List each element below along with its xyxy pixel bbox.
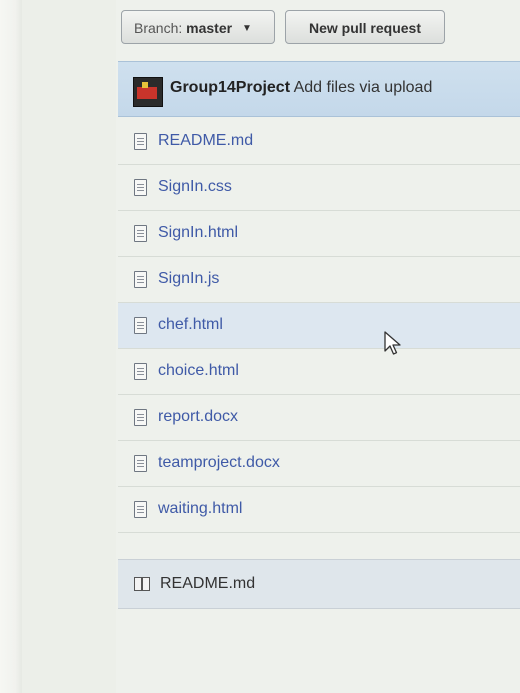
file-icon bbox=[134, 133, 147, 150]
file-icon bbox=[134, 317, 147, 334]
file-icon bbox=[134, 179, 147, 196]
commit-summary: Group14Project Add files via upload bbox=[170, 79, 432, 97]
avatar[interactable] bbox=[133, 77, 163, 107]
file-row[interactable]: choice.html bbox=[118, 349, 520, 395]
file-row[interactable]: teamproject.docx bbox=[118, 441, 520, 487]
commit-message[interactable]: Add files via upload bbox=[294, 79, 433, 96]
file-icon bbox=[134, 225, 147, 242]
file-row[interactable]: SignIn.js bbox=[118, 257, 520, 303]
branch-label: Branch: bbox=[134, 20, 183, 36]
file-icon bbox=[134, 363, 147, 380]
file-icon bbox=[134, 271, 147, 288]
file-link[interactable]: SignIn.js bbox=[158, 270, 219, 288]
file-row[interactable]: SignIn.css bbox=[118, 165, 520, 211]
readme-title: README.md bbox=[160, 575, 256, 592]
branch-value: master bbox=[186, 20, 233, 36]
file-link[interactable]: README.md bbox=[158, 132, 253, 150]
screen-bezel bbox=[0, 0, 22, 693]
file-icon bbox=[134, 409, 147, 426]
branch-select-button[interactable]: Branch: master ▼ bbox=[121, 10, 275, 44]
file-link[interactable]: waiting.html bbox=[158, 500, 242, 518]
mouse-pointer-icon bbox=[384, 331, 401, 355]
file-row[interactable]: SignIn.html bbox=[118, 211, 520, 257]
file-link[interactable]: chef.html bbox=[158, 316, 223, 334]
file-row[interactable]: waiting.html bbox=[118, 487, 520, 533]
book-icon bbox=[134, 577, 150, 591]
caret-down-icon: ▼ bbox=[241, 23, 252, 35]
new-pull-request-button[interactable]: New pull request bbox=[285, 10, 445, 44]
file-icon bbox=[134, 455, 147, 472]
file-icon bbox=[134, 501, 147, 518]
file-row[interactable]: report.docx bbox=[118, 395, 520, 441]
readme-header: README.md bbox=[118, 559, 520, 609]
latest-commit-bar: Group14Project Add files via upload bbox=[118, 61, 520, 117]
commit-author[interactable]: Group14Project bbox=[170, 79, 290, 96]
file-link[interactable]: choice.html bbox=[158, 362, 239, 380]
file-link[interactable]: teamproject.docx bbox=[158, 454, 280, 472]
file-link[interactable]: SignIn.html bbox=[158, 224, 238, 242]
file-row[interactable]: chef.html bbox=[118, 303, 520, 349]
file-list: README.md SignIn.css SignIn.html SignIn.… bbox=[118, 119, 520, 533]
file-row[interactable]: README.md bbox=[118, 119, 520, 165]
file-link[interactable]: SignIn.css bbox=[158, 178, 232, 196]
file-link[interactable]: report.docx bbox=[158, 408, 238, 426]
